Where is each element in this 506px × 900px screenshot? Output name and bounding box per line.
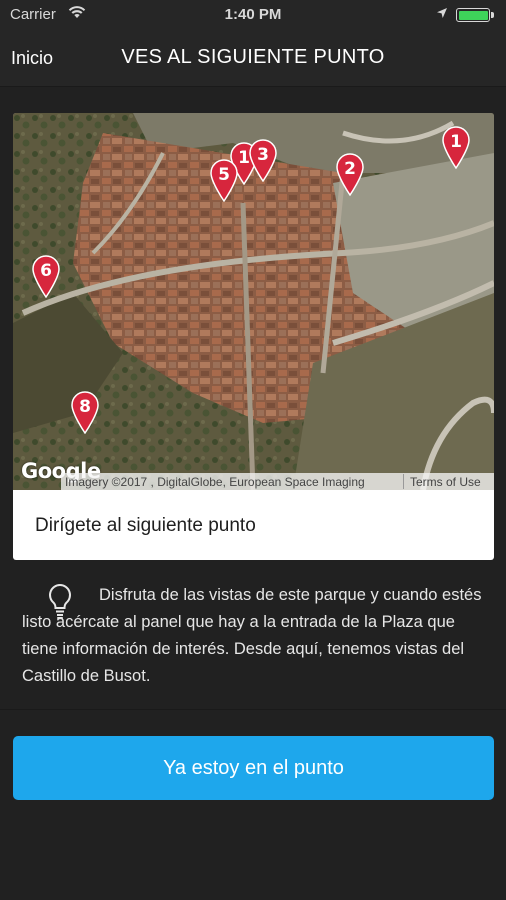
page-title: VES AL SIGUIENTE PUNTO bbox=[121, 46, 385, 68]
divider bbox=[0, 709, 506, 710]
clock: 1:40 PM bbox=[224, 6, 282, 23]
map-marker[interactable]: 1 bbox=[441, 125, 471, 169]
location-arrow-icon bbox=[437, 8, 447, 18]
tip-description: Disfruta de las vistas de este parque y … bbox=[22, 586, 482, 685]
map-marker[interactable]: 3 bbox=[248, 138, 278, 182]
arrived-button[interactable]: Ya estoy en el punto bbox=[13, 736, 494, 800]
map-marker[interactable]: 6 bbox=[31, 254, 61, 298]
terms-of-use-link[interactable]: Terms of Use bbox=[410, 475, 481, 489]
status-bar: Carrier 1:40 PM bbox=[0, 0, 506, 30]
map-marker[interactable]: 8 bbox=[70, 390, 100, 434]
imagery-credit: Imagery ©2017 , DigitalGlobe, European S… bbox=[65, 475, 365, 489]
battery-icon bbox=[456, 8, 490, 22]
attribution-divider bbox=[403, 474, 404, 489]
battery-tip bbox=[491, 12, 494, 18]
map-marker[interactable]: 5 bbox=[209, 158, 239, 202]
satellite-map[interactable]: 1 2 1 3 5 6 8 Google Imagery ©2017 , Dig… bbox=[13, 113, 494, 490]
navigation-bar: Inicio VES AL SIGUIENTE PUNTO bbox=[0, 30, 506, 87]
map-attribution: Imagery ©2017 , DigitalGlobe, European S… bbox=[61, 473, 494, 490]
map-card: 1 2 1 3 5 6 8 Google Imagery ©2017 , Dig… bbox=[13, 113, 494, 560]
instruction-label: Dirígete al siguiente punto bbox=[35, 515, 256, 536]
map-marker[interactable]: 2 bbox=[335, 152, 365, 196]
